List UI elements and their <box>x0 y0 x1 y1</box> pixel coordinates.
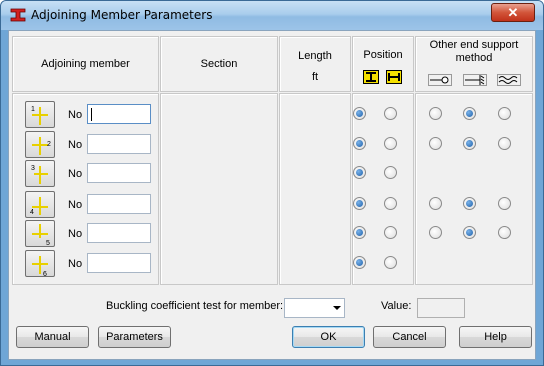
buckling-member-select[interactable] <box>284 298 345 318</box>
member-1-position-i-beam-radio[interactable] <box>353 107 366 120</box>
member-5-support-fixed-radio[interactable] <box>463 226 476 239</box>
section-column <box>160 93 278 285</box>
window-title: Adjoining Member Parameters <box>31 8 213 22</box>
member-5-number-input[interactable] <box>87 223 151 243</box>
member-2-button[interactable]: 2 <box>25 131 55 158</box>
member-2-support-pinned-radio[interactable] <box>429 137 442 150</box>
member-4-no-label: No <box>68 199 83 211</box>
member-6-button[interactable]: 6 <box>25 250 55 277</box>
header-length-unit: ft <box>311 71 319 83</box>
member-2-position-i-beam-radio[interactable] <box>353 137 366 150</box>
member-node-icon: 5 <box>32 224 50 247</box>
member-2-number-input[interactable] <box>87 134 151 154</box>
member-5-position-i-beam-radio[interactable] <box>353 226 366 239</box>
member-4-support-elastic-radio[interactable] <box>498 197 511 210</box>
support-column <box>415 93 533 285</box>
member-3-no-label: No <box>68 168 83 180</box>
member-6-position-i-beam-radio[interactable] <box>353 256 366 269</box>
header-position-label: Position <box>363 49 403 61</box>
member-2-support-fixed-radio[interactable] <box>463 137 476 150</box>
pinned-support-icon <box>428 74 452 86</box>
header-section-label: Section <box>200 58 238 70</box>
member-5-support-elastic-radio[interactable] <box>498 226 511 239</box>
app-icon <box>10 8 26 22</box>
member-1-support-fixed-radio[interactable] <box>463 107 476 120</box>
length-column <box>279 93 351 285</box>
member-node-icon: 4 <box>30 197 48 216</box>
header-support-label-line2: method <box>455 52 493 64</box>
title-bar[interactable]: Adjoining Member Parameters ✕ <box>1 1 543 30</box>
member-1-number-input[interactable] <box>87 104 151 124</box>
member-3-number-input[interactable] <box>87 163 151 183</box>
member-6-no-label: No <box>68 258 83 270</box>
member-number: 1 <box>31 106 35 113</box>
member-number: 5 <box>46 240 50 247</box>
member-3-button[interactable]: 3 <box>25 160 55 187</box>
i-beam-icon <box>363 70 379 84</box>
help-button[interactable]: Help <box>459 326 532 348</box>
parameters-button[interactable]: Parameters <box>98 326 171 348</box>
member-node-icon: 3 <box>31 165 48 184</box>
member-1-button[interactable]: 1 <box>25 101 55 128</box>
h-beam-icon <box>386 70 402 84</box>
member-2-support-elastic-radio[interactable] <box>498 137 511 150</box>
member-2-no-label: No <box>68 139 83 151</box>
header-section: Section <box>160 36 278 92</box>
member-6-position-h-beam-radio[interactable] <box>384 256 397 269</box>
member-4-position-h-beam-radio[interactable] <box>384 197 397 210</box>
manual-button[interactable]: Manual <box>16 326 89 348</box>
member-5-position-h-beam-radio[interactable] <box>384 226 397 239</box>
member-3-position-h-beam-radio[interactable] <box>384 166 397 179</box>
dialog-client: Adjoining member Section Length ft Posit… <box>8 30 536 360</box>
dialog-window: Adjoining Member Parameters ✕ Adjoining … <box>0 0 544 366</box>
member-5-button[interactable]: 5 <box>25 220 55 247</box>
header-support-label-line1: Other end support <box>429 39 519 51</box>
member-4-support-fixed-radio[interactable] <box>463 197 476 210</box>
member-1-position-h-beam-radio[interactable] <box>384 107 397 120</box>
value-field <box>417 298 465 318</box>
member-1-no-label: No <box>68 109 83 121</box>
member-2-position-h-beam-radio[interactable] <box>384 137 397 150</box>
value-label: Value: <box>381 300 412 312</box>
member-4-support-pinned-radio[interactable] <box>429 197 442 210</box>
member-4-button[interactable]: 4 <box>25 191 55 218</box>
member-1-support-pinned-radio[interactable] <box>429 107 442 120</box>
cancel-button[interactable]: Cancel <box>373 326 446 348</box>
buckling-label: Buckling coefficient test for member: <box>106 300 284 312</box>
close-button[interactable]: ✕ <box>491 3 535 22</box>
header-position: Position <box>352 36 414 92</box>
member-number: 3 <box>31 165 35 172</box>
member-5-support-pinned-radio[interactable] <box>429 226 442 239</box>
member-number: 4 <box>30 209 34 216</box>
header-length-label: Length <box>298 50 332 62</box>
member-node-icon: 2 <box>32 137 51 155</box>
member-6-number-input[interactable] <box>87 253 151 273</box>
member-number: 2 <box>47 141 51 148</box>
header-other-end-support: Other end support method <box>415 36 533 92</box>
member-3-position-i-beam-radio[interactable] <box>353 166 366 179</box>
text-caret <box>91 108 92 121</box>
fixed-support-icon <box>463 74 487 86</box>
member-node-icon: 6 <box>32 256 48 277</box>
member-number: 6 <box>43 271 47 277</box>
header-length: Length ft <box>279 36 351 92</box>
chevron-down-icon <box>333 306 341 310</box>
elastic-support-icon <box>497 74 521 86</box>
member-4-position-i-beam-radio[interactable] <box>353 197 366 210</box>
member-4-number-input[interactable] <box>87 194 151 214</box>
member-1-support-elastic-radio[interactable] <box>498 107 511 120</box>
member-5-no-label: No <box>68 228 83 240</box>
member-node-icon: 1 <box>31 106 48 125</box>
header-adjoining-member-label: Adjoining member <box>41 58 130 70</box>
header-adjoining-member: Adjoining member <box>12 36 159 92</box>
ok-button[interactable]: OK <box>292 326 365 348</box>
